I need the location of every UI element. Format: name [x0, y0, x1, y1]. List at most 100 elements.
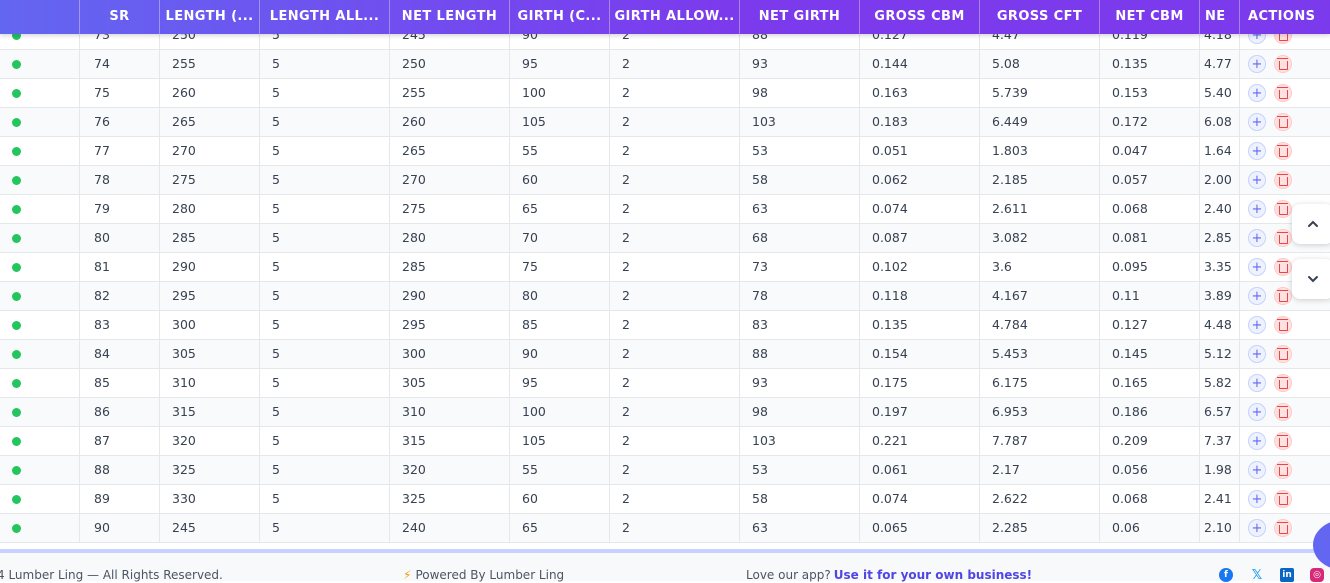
cell-girth: 95	[510, 50, 610, 78]
add-row-button[interactable]: +	[1248, 490, 1266, 508]
header-net-cbm[interactable]: NET CBM	[1100, 0, 1200, 34]
cell-length: 290	[160, 253, 260, 281]
add-row-button[interactable]: +	[1248, 55, 1266, 73]
delete-row-button[interactable]	[1274, 345, 1292, 363]
table-row[interactable]: 86 315 5 310 100 2 98 0.197 6.953 0.186 6.57 +	[0, 398, 1330, 427]
add-row-button[interactable]: +	[1248, 316, 1266, 334]
delete-row-button[interactable]	[1274, 374, 1292, 392]
delete-row-button[interactable]	[1274, 287, 1292, 305]
cell-gross-cft: 7.787	[980, 427, 1100, 455]
table-row[interactable]: 89 330 5 325 60 2 58 0.074 2.622 0.068 2.41 +	[0, 485, 1330, 514]
delete-row-button[interactable]	[1274, 84, 1292, 102]
cell-length-allow: 5	[260, 224, 390, 252]
table-row[interactable]: 82 295 5 290 80 2 78 0.118 4.167 0.11 3.89 +	[0, 282, 1330, 311]
table-row[interactable]: 77 270 5 265 55 2 53 0.051 1.803 0.047 1.64 +	[0, 137, 1330, 166]
header-sr[interactable]: SR	[80, 0, 160, 34]
table-row[interactable]: 90 245 5 240 65 2 63 0.065 2.285 0.06 2.10 +	[0, 514, 1330, 543]
table-row[interactable]: 79 280 5 275 65 2 63 0.074 2.611 0.068 2.40 +	[0, 195, 1330, 224]
header-girth[interactable]: GIRTH (C...	[510, 0, 610, 34]
cell-net-girth: 98	[740, 79, 860, 107]
delete-row-button[interactable]	[1274, 200, 1292, 218]
table-row[interactable]: 88 325 5 320 55 2 53 0.061 2.17 0.056 1.98 +	[0, 456, 1330, 485]
status-cell	[0, 50, 80, 78]
add-row-button[interactable]: +	[1248, 461, 1266, 479]
add-row-button[interactable]: +	[1248, 345, 1266, 363]
add-row-button[interactable]: +	[1248, 84, 1266, 102]
cell-girth-allow: 2	[610, 166, 740, 194]
cell-length-allow: 5	[260, 369, 390, 397]
promo-link[interactable]: Use it for your own business!	[834, 568, 1032, 582]
trash-icon	[1276, 434, 1288, 447]
scroll-down-button[interactable]	[1292, 259, 1330, 299]
status-dot-icon	[12, 321, 21, 330]
instagram-icon[interactable]: ◎	[1310, 568, 1324, 582]
table-row[interactable]: 83 300 5 295 85 2 83 0.135 4.784 0.127 4.48 +	[0, 311, 1330, 340]
trash-icon	[1276, 202, 1288, 215]
cell-girth-allow: 2	[610, 253, 740, 281]
table-row[interactable]: 76 265 5 260 105 2 103 0.183 6.449 0.172 6.08 +	[0, 108, 1330, 137]
cell-gross-cft: 2.611	[980, 195, 1100, 223]
delete-row-button[interactable]	[1274, 113, 1292, 131]
add-row-button[interactable]: +	[1248, 432, 1266, 450]
cell-sr: 77	[80, 137, 160, 165]
cell-sr: 90	[80, 514, 160, 542]
header-actions[interactable]: ACTIONS	[1240, 0, 1330, 34]
cell-girth: 60	[510, 166, 610, 194]
add-row-button[interactable]: +	[1248, 229, 1266, 247]
cell-girth: 65	[510, 195, 610, 223]
header-girth-allow[interactable]: GIRTH ALLOW...	[610, 0, 740, 34]
delete-row-button[interactable]	[1274, 490, 1292, 508]
delete-row-button[interactable]	[1274, 316, 1292, 334]
add-row-button[interactable]: +	[1248, 200, 1266, 218]
delete-row-button[interactable]	[1274, 142, 1292, 160]
add-row-button[interactable]: +	[1248, 374, 1266, 392]
add-row-button[interactable]: +	[1248, 519, 1266, 537]
add-row-button[interactable]: +	[1248, 258, 1266, 276]
header-gross-cft[interactable]: GROSS CFT	[980, 0, 1100, 34]
status-dot-icon	[12, 176, 21, 185]
header-net-girth[interactable]: NET GIRTH	[740, 0, 860, 34]
delete-row-button[interactable]	[1274, 258, 1292, 276]
header-length-allow[interactable]: LENGTH ALL...	[260, 0, 390, 34]
cell-net-cbm: 0.081	[1100, 224, 1200, 252]
table-row[interactable]: 80 285 5 280 70 2 68 0.087 3.082 0.081 2.85 +	[0, 224, 1330, 253]
status-cell	[0, 253, 80, 281]
table-row[interactable]: 87 320 5 315 105 2 103 0.221 7.787 0.209 7.37 +	[0, 427, 1330, 456]
table-row[interactable]: 84 305 5 300 90 2 88 0.154 5.453 0.145 5.12 +	[0, 340, 1330, 369]
delete-row-button[interactable]	[1274, 519, 1292, 537]
chevron-up-icon	[1308, 220, 1318, 227]
cell-length: 280	[160, 195, 260, 223]
actions-cell: +	[1240, 398, 1330, 426]
delete-row-button[interactable]	[1274, 461, 1292, 479]
cell-gross-cbm: 0.074	[860, 485, 980, 513]
delete-row-button[interactable]	[1274, 432, 1292, 450]
header-gross-cbm[interactable]: GROSS CBM	[860, 0, 980, 34]
header-ne[interactable]: NE	[1200, 0, 1240, 34]
cell-gross-cft: 4.784	[980, 311, 1100, 339]
cell-net-cbm: 0.145	[1100, 340, 1200, 368]
header-net-length[interactable]: NET LENGTH	[390, 0, 510, 34]
trash-icon	[1276, 405, 1288, 418]
add-row-button[interactable]: +	[1248, 287, 1266, 305]
delete-row-button[interactable]	[1274, 403, 1292, 421]
table-row[interactable]: 85 310 5 305 95 2 93 0.175 6.175 0.165 5.82 +	[0, 369, 1330, 398]
add-row-button[interactable]: +	[1248, 113, 1266, 131]
add-row-button[interactable]: +	[1248, 171, 1266, 189]
linkedin-icon[interactable]: in	[1280, 568, 1294, 582]
table-row[interactable]: 75 260 5 255 100 2 98 0.163 5.739 0.153 5.40 +	[0, 79, 1330, 108]
add-row-button[interactable]: +	[1248, 403, 1266, 421]
cell-sr: 85	[80, 369, 160, 397]
actions-cell: +	[1240, 340, 1330, 368]
header-length[interactable]: LENGTH (...	[160, 0, 260, 34]
scroll-up-button[interactable]	[1292, 204, 1330, 244]
x-icon[interactable]: 𝕏	[1250, 568, 1264, 583]
delete-row-button[interactable]	[1274, 171, 1292, 189]
delete-row-button[interactable]	[1274, 55, 1292, 73]
table-row[interactable]: 81 290 5 285 75 2 73 0.102 3.6 0.095 3.35 +	[0, 253, 1330, 282]
table-row[interactable]: 78 275 5 270 60 2 58 0.062 2.185 0.057 2.00 +	[0, 166, 1330, 195]
table-row[interactable]: 74 255 5 250 95 2 93 0.144 5.08 0.135 4.77 +	[0, 50, 1330, 79]
add-row-button[interactable]: +	[1248, 142, 1266, 160]
cell-net-cbm: 0.047	[1100, 137, 1200, 165]
delete-row-button[interactable]	[1274, 229, 1292, 247]
facebook-icon[interactable]: f	[1219, 568, 1233, 582]
